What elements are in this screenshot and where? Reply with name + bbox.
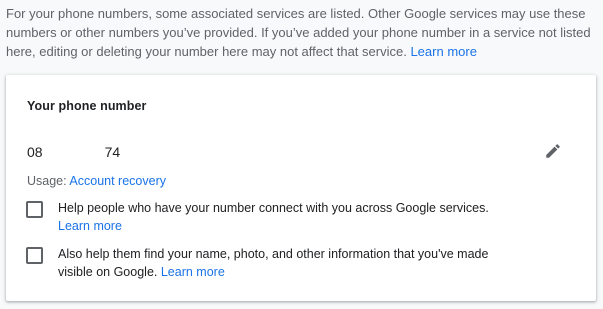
option-connect: Help people who have your number connect… [26,199,518,235]
option-find-label: Also help them find your name, photo, an… [58,247,489,279]
usage-label: Usage: [27,174,67,188]
phone-number-card: Your phone number 08 74 Usage: Account r… [6,75,596,301]
phone-prefix: 08 [27,144,43,160]
phone-suffix: 74 [104,144,121,160]
card-title: Your phone number [27,99,147,113]
pencil-icon [546,144,560,158]
edit-phone-button[interactable] [542,140,564,162]
intro-learn-more-link[interactable]: Learn more [410,44,476,59]
option-find-text: Also help them find your name, photo, an… [58,245,518,281]
option-connect-text: Help people who have your number connect… [58,199,518,235]
connect-checkbox[interactable] [26,201,43,218]
option-connect-label: Help people who have your number connect… [58,201,489,215]
phone-redacted-middle [43,144,105,160]
intro-description: For your phone numbers, some associated … [6,4,598,61]
account-recovery-link[interactable]: Account recovery [69,174,166,188]
option-connect-learn-more-link[interactable]: Learn more [58,219,122,233]
find-checkbox[interactable] [26,247,43,264]
option-find: Also help them find your name, photo, an… [26,245,518,281]
intro-text: For your phone numbers, some associated … [6,6,591,59]
usage-line: Usage: Account recovery [27,174,166,188]
phone-number: 08 74 [27,144,120,160]
option-find-learn-more-link[interactable]: Learn more [161,265,225,279]
